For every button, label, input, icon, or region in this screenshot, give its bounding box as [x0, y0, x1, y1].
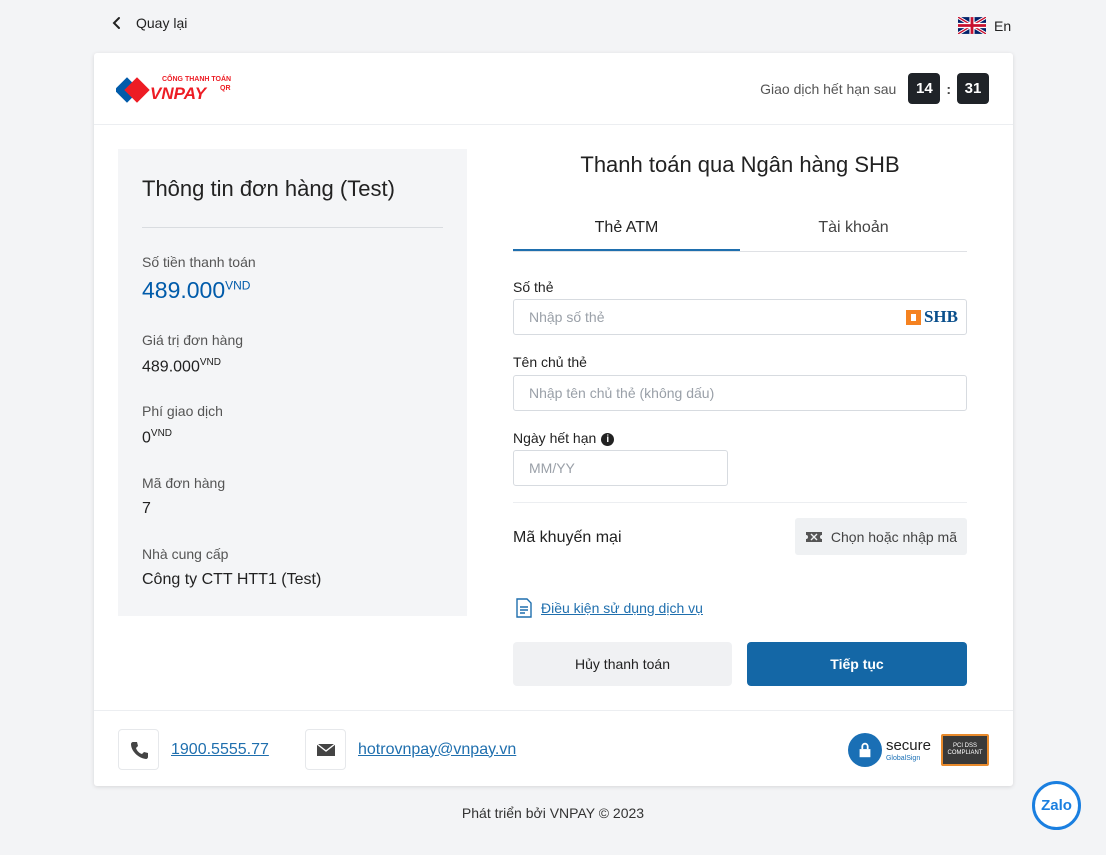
divider [142, 227, 443, 228]
email-link[interactable]: hotrovnpay@vnpay.vn [358, 741, 516, 759]
promo-code-button[interactable]: Chọn hoặc nhập mã [794, 518, 967, 555]
order-value-label: Giá trị đơn hàng [142, 332, 244, 348]
order-id-value: 7 [142, 500, 151, 517]
timer-label: Giao dịch hết hạn sau [760, 80, 897, 97]
fee-label: Phí giao dịch [142, 403, 223, 419]
footer-credit: Phát triển bởi VNPAY © 2023 [461, 805, 645, 821]
secure-sub: GlobalSign [885, 755, 921, 762]
provider-value: Công ty CTT HTT1 (Test) [142, 571, 322, 588]
expiry-label: Ngày hết hạn [513, 430, 597, 446]
terms-link[interactable]: Điều kiện sử dụng dịch vụ [515, 598, 703, 618]
secure-title: secure [885, 737, 931, 754]
email-contact: hotrovnpay@vnpay.vn [305, 729, 516, 770]
vnpay-logo: CỔNG THANH TOÁN VNPAY QR [116, 71, 236, 107]
shb-bank-logo: SHB [905, 306, 958, 328]
top-bar: Quay lại En [0, 0, 1106, 52]
phone-link[interactable]: 1900.5555.77 [171, 741, 269, 759]
payment-form: Thanh toán qua Ngân hàng SHB Thẻ ATM Tài… [513, 149, 967, 709]
ticket-icon [805, 531, 822, 542]
promo-button-label: Chọn hoặc nhập mã [830, 528, 957, 545]
lock-icon [847, 733, 882, 767]
timer-minutes: 14 [908, 73, 941, 104]
order-info-panel: Thông tin đơn hàng (Test) Số tiền thanh … [118, 149, 467, 616]
card-number-input[interactable] [513, 299, 967, 335]
timer-separator: : [946, 80, 951, 97]
globalsign-badge: secure GlobalSign [847, 733, 931, 767]
payment-card: CỔNG THANH TOÁN VNPAY QR Giao dịch hết h… [94, 53, 1013, 786]
expiry-label-row: Ngày hết hạn i [513, 430, 615, 446]
document-icon [516, 598, 532, 618]
back-button[interactable]: Quay lại [110, 15, 187, 31]
back-label: Quay lại [136, 15, 188, 31]
card-header: CỔNG THANH TOÁN VNPAY QR Giao dịch hết h… [94, 53, 1013, 125]
payment-amount-value: 489.000VND [142, 277, 251, 303]
continue-button[interactable]: Tiếp tục [747, 642, 967, 686]
info-icon[interactable]: i [601, 432, 615, 446]
language-label: En [994, 17, 1012, 34]
card-number-label: Số thẻ [513, 279, 554, 295]
fee-value: 0VND [142, 428, 173, 447]
card-holder-input[interactable] [513, 375, 967, 411]
email-icon [305, 729, 346, 770]
zalo-chat-button[interactable]: Zalo [1032, 781, 1081, 830]
divider [513, 502, 967, 503]
expiry-timer: Giao dịch hết hạn sau 14 : 31 [760, 73, 989, 104]
promo-label: Mã khuyến mại [513, 529, 622, 546]
pci-dss-badge: PCI DSS COMPLIANT [941, 734, 989, 766]
card-holder-label: Tên chủ thẻ [513, 354, 587, 370]
tab-account[interactable]: Tài khoản [740, 209, 967, 251]
phone-icon [118, 729, 159, 770]
language-switcher[interactable]: En [958, 17, 1011, 34]
card-footer: 1900.5555.77 hotrovnpay@vnpay.vn secure … [94, 710, 1013, 786]
provider-label: Nhà cung cấp [142, 546, 229, 562]
svg-text:VNPAY: VNPAY [150, 84, 208, 103]
order-value: 489.000VND [142, 357, 221, 376]
tab-atm-card[interactable]: Thẻ ATM [513, 209, 740, 251]
payment-tabs: Thẻ ATM Tài khoản [513, 209, 967, 252]
shb-mark-icon [905, 309, 921, 325]
svg-text:CỔNG THANH TOÁN: CỔNG THANH TOÁN [162, 74, 231, 83]
cancel-payment-button[interactable]: Hủy thanh toán [513, 642, 732, 686]
security-badges: secure GlobalSign PCI DSS COMPLIANT [847, 733, 989, 767]
chevron-left-icon [112, 17, 120, 29]
expiry-input[interactable] [513, 450, 728, 486]
payment-amount-label: Số tiền thanh toán [142, 254, 256, 270]
order-id-label: Mã đơn hàng [142, 475, 226, 491]
terms-label: Điều kiện sử dụng dịch vụ [541, 600, 703, 616]
uk-flag-icon [958, 17, 986, 34]
svg-text:QR: QR [220, 85, 231, 92]
payment-title: Thanh toán qua Ngân hàng SHB [580, 152, 900, 177]
phone-contact: 1900.5555.77 [118, 729, 269, 770]
timer-seconds: 31 [957, 73, 989, 104]
order-title: Thông tin đơn hàng (Test) [142, 176, 395, 201]
